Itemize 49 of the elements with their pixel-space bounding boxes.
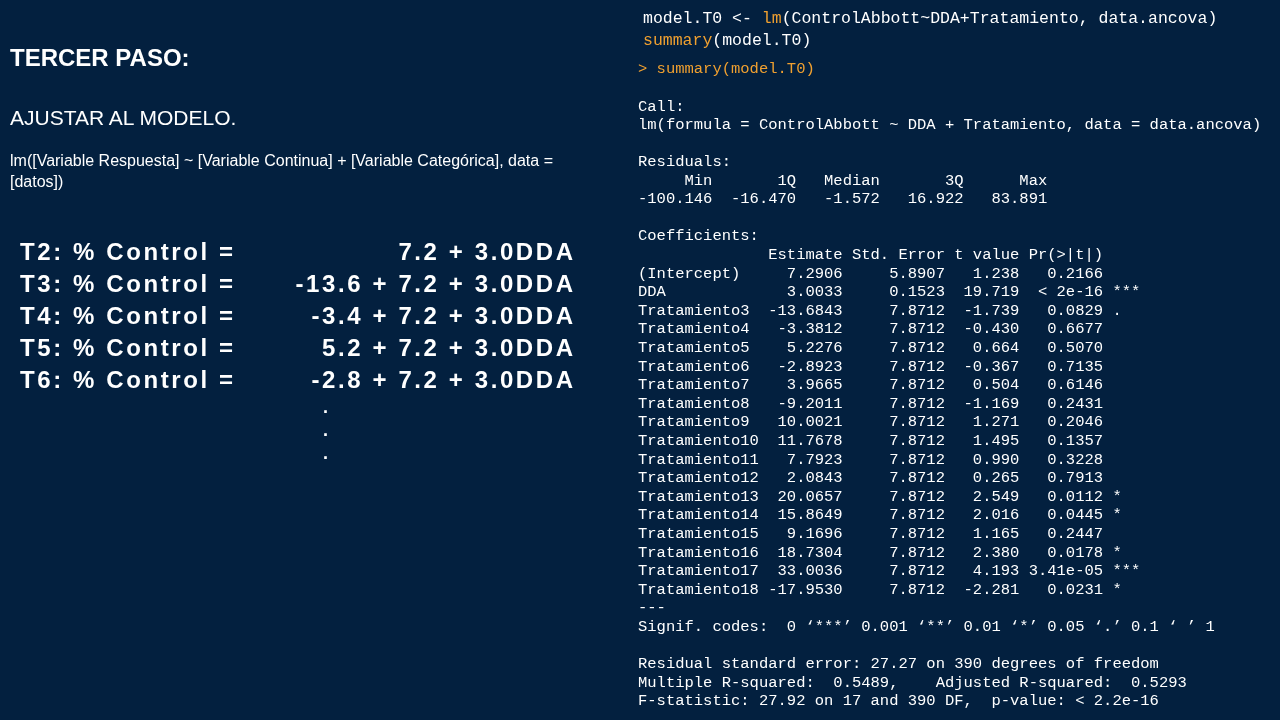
script-line: summary(model.T0) (643, 30, 812, 52)
console-line: Tratamiento12 2.0843 7.8712 0.265 0.7913 (638, 469, 1105, 488)
console-line: Tratamiento16 18.7304 7.8712 2.380 0.0178 * (638, 543, 1123, 562)
console-line: Tratamiento8 -9.2011 7.8712 -1.169 0.2431 (638, 394, 1105, 413)
equation-label: T2: % Control = (20, 237, 236, 267)
slide-title: TERCER PASO: (10, 44, 191, 72)
continuation-dot: . (323, 396, 328, 419)
console-line: Tratamiento10 11.7678 7.8712 1.495 0.1357 (638, 432, 1105, 450)
console-line: -100.146 -16.470 -1.572 16.922 83.891 (638, 190, 1049, 209)
slide-subtitle: AJUSTAR AL MODELO. (10, 106, 238, 130)
equation-value: -3.4 + 7.2 + 3.0DDA (311, 301, 576, 331)
console-line: Tratamiento4 -3.3812 7.8712 -0.430 0.6677 (638, 320, 1105, 339)
equation-label: T3: % Control = (20, 269, 236, 299)
console-line: DDA 3.0033 0.1523 19.719 < 2e-16 *** (638, 283, 1141, 302)
console-line: Tratamiento15 9.1696 7.8712 1.165 0.2447 (638, 524, 1105, 543)
console-line: Coefficients: (638, 227, 759, 246)
console-line: Tratamiento5 5.2276 7.8712 0.664 0.5070 (638, 339, 1105, 358)
continuation-dot: . (323, 419, 328, 442)
equation-value: 7.2 + 3.0DDA (398, 237, 576, 267)
console-line: Residual standard error: 27.27 on 390 degrees of freedom (638, 655, 1159, 674)
console-line: --- (638, 599, 666, 618)
console-line: Tratamiento14 15.8649 7.8712 2.016 0.0445 * (638, 506, 1123, 525)
equation-label: T6: % Control = (20, 365, 236, 395)
console-line: Tratamiento7 3.9665 7.8712 0.504 0.6146 (638, 376, 1105, 395)
equation-value: -13.6 + 7.2 + 3.0DDA (295, 269, 576, 299)
console-line: Signif. codes: 0 ‘***’ 0.001 ‘**’ 0.01 ‘*’ 0.05 ‘.’ 0.1 ‘ ’ 1 (638, 617, 1215, 636)
script-line: model.T0 <- lm(ControlAbbott~DDA+Tratamiento, data.ancova) (643, 8, 1218, 30)
console-line: Tratamiento17 33.0036 7.8712 4.193 3.41e-05 *** (638, 562, 1141, 581)
console-line: Tratamiento18 -17.9530 7.8712 -2.281 0.0231 * (638, 580, 1123, 599)
console-line: Tratamiento11 7.7923 7.8712 0.990 0.3228 (638, 450, 1105, 469)
console-line: Min 1Q Median 3Q Max (683, 171, 1049, 190)
console-command: > summary(model.T0) (638, 60, 815, 79)
equation-label: T4: % Control = (20, 301, 236, 331)
equation-value: -2.8 + 7.2 + 3.0DDA (311, 365, 576, 395)
formula-text: lm([Variable Respuesta] ~ [Variable Continua] + [Variable Categórica], data = [datos]) (10, 151, 554, 192)
console-line: (Intercept) 7.2906 5.8907 1.238 0.2166 (638, 264, 1105, 283)
console-line: Multiple R-squared: 0.5489, Adjusted R-squared: 0.5293 (638, 673, 1188, 692)
console-line: Call: (638, 97, 685, 116)
console-line: F-statistic: 27.92 on 17 and 390 DF, p-value: < 2.2e-16 (638, 692, 1159, 711)
equation-value: 5.2 + 7.2 + 3.0DDA (322, 333, 576, 363)
console-line: Tratamiento3 -13.6843 7.8712 -1.739 0.0829 . (638, 301, 1123, 320)
equation-label: T5: % Control = (20, 333, 236, 363)
console-line: Estimate Std. Error t value Pr(>|t|) (767, 246, 1105, 265)
console-line: lm(formula = ControlAbbott ~ DDA + Tratamiento, data = data.ancova) (638, 116, 1262, 135)
console-line: Tratamiento9 10.0021 7.8712 1.271 0.2046 (638, 413, 1105, 432)
console-line: Tratamiento6 -2.8923 7.8712 -0.367 0.7135 (638, 357, 1105, 376)
console-line: Tratamiento13 20.0657 7.8712 2.549 0.0112 * (638, 487, 1123, 506)
continuation-dot: . (323, 442, 328, 465)
console-line: Residuals: (638, 153, 731, 172)
